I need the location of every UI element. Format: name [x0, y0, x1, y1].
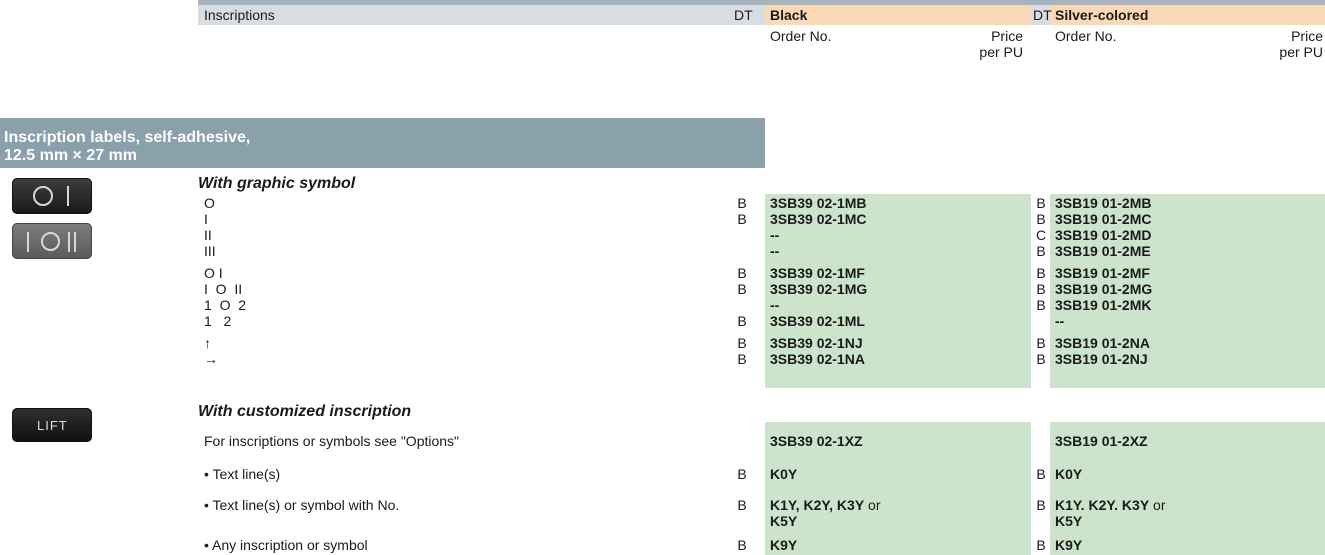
- silver-suffix: or: [1149, 497, 1166, 513]
- silver-order-line2: K5Y: [1055, 513, 1083, 529]
- row-label: I: [204, 211, 208, 227]
- silver-order-no: 3SB19 01-2MK: [1055, 297, 1152, 313]
- silver-order-no: 3SB19 01-2XZ: [1055, 433, 1148, 449]
- I-O-II-button-icon: [12, 223, 92, 259]
- subhead-custom: With customized inscription: [198, 403, 412, 420]
- price-header-black: Price: [991, 28, 1023, 44]
- dt-silver: B: [1036, 211, 1046, 227]
- row-label: For inscriptions or symbols see "Options…: [204, 433, 460, 449]
- dt-silver: B: [1036, 195, 1046, 211]
- price-header-silver: Price: [1291, 28, 1323, 44]
- ring-icon: [33, 186, 53, 206]
- black-order-no: --: [770, 297, 780, 313]
- dt-silver: B: [1036, 466, 1046, 482]
- row-label: • Text line(s): [204, 466, 281, 482]
- subhead-graphic: With graphic symbol: [198, 175, 356, 192]
- row-label: • Any inscription or symbol: [204, 537, 368, 553]
- row-label: →: [204, 351, 218, 367]
- dt-silver: B: [1036, 297, 1046, 313]
- black-order-line2: K5Y: [770, 513, 798, 529]
- row-label: III: [204, 243, 216, 259]
- bar-icon: [27, 232, 29, 252]
- bar-icon: [67, 186, 69, 206]
- silver-order-no: 3SB19 01-2NJ: [1055, 351, 1148, 367]
- black-order-no: 3SB39 02-1NJ: [770, 335, 863, 351]
- silver-order-no: 3SB19 01-2MD: [1055, 227, 1152, 243]
- lift-label: LIFT: [37, 418, 68, 433]
- subheader-row: [198, 25, 1325, 63]
- dt-black: B: [737, 466, 747, 482]
- silver-order-no: --: [1055, 313, 1065, 329]
- dt-black: B: [737, 313, 747, 329]
- dt-silver: B: [1036, 281, 1046, 297]
- dt-black: B: [737, 265, 747, 281]
- dt-black: B: [737, 497, 747, 513]
- black-order-no: 3SB39 02-1MG: [770, 281, 868, 297]
- silver-order-no: 3SB19 01-2MB: [1055, 195, 1152, 211]
- silver-order-no: K9Y: [1055, 537, 1083, 553]
- row-label: O: [204, 195, 215, 211]
- black-order-no: K9Y: [770, 537, 798, 553]
- black-order-main: K1Y, K2Y, K3Y: [770, 497, 865, 513]
- bar-icon: [68, 232, 70, 252]
- silver-order-no: 3SB19 01-2MG: [1055, 281, 1153, 297]
- section-title-line1: Inscription labels, self-adhesive,: [4, 129, 251, 146]
- dt-header-black: DT: [734, 7, 753, 23]
- row-label: 1 2: [204, 313, 232, 329]
- price-per-pu-silver: per PU: [1279, 44, 1323, 60]
- bar-icon: [74, 232, 76, 252]
- O-I-button-icon: [12, 178, 92, 214]
- silver-order-no: 3SB19 01-2NA: [1055, 335, 1150, 351]
- black-order-no: 3SB39 02-1MB: [770, 195, 867, 211]
- row-label: I O II: [204, 281, 243, 297]
- dt-black: B: [737, 537, 747, 553]
- row-label: ↑: [204, 335, 211, 351]
- black-order-no: --: [770, 227, 780, 243]
- black-order-no: K1Y, K2Y, K3Y or: [770, 497, 881, 513]
- dt-silver: B: [1036, 265, 1046, 281]
- LIFT-button-icon: LIFT: [12, 408, 92, 442]
- ring-icon: [41, 232, 60, 251]
- black-order-no: 3SB39 02-1XZ: [770, 433, 863, 449]
- order-no-header-silver: Order No.: [1055, 28, 1117, 44]
- black-order-no: 3SB39 02-1NA: [770, 351, 865, 367]
- black-order-no: K0Y: [770, 466, 798, 482]
- silver-order-no: 3SB19 01-2MF: [1055, 265, 1150, 281]
- order-no-header-black: Order No.: [770, 28, 832, 44]
- row-label: O I: [204, 265, 223, 281]
- black-suffix: or: [864, 497, 881, 513]
- silver-order-no: 3SB19 01-2MC: [1055, 211, 1152, 227]
- dt-black: B: [737, 335, 747, 351]
- row-label: 1 O 2: [204, 297, 247, 313]
- black-order-no: 3SB39 02-1ML: [770, 313, 865, 329]
- dt-black: B: [737, 351, 747, 367]
- black-header: Black: [770, 7, 808, 23]
- dt-silver: B: [1036, 243, 1046, 259]
- dt-silver: B: [1036, 537, 1046, 553]
- section-title-line2: 12.5 mm × 27 mm: [4, 147, 137, 164]
- silver-order-no: 3SB19 01-2ME: [1055, 243, 1151, 259]
- dt-black: B: [737, 211, 747, 227]
- dt-black: B: [737, 195, 747, 211]
- row-label: • Text line(s) or symbol with No.: [204, 497, 400, 513]
- silver-order-no: K1Y. K2Y. K3Y or: [1055, 497, 1166, 513]
- dt-black: B: [737, 281, 747, 297]
- black-order-no: 3SB39 02-1MC: [770, 211, 867, 227]
- dt-silver: B: [1036, 351, 1046, 367]
- inscriptions-header: Inscriptions: [204, 7, 275, 23]
- black-order-no: --: [770, 243, 780, 259]
- price-per-pu-black: per PU: [979, 44, 1023, 60]
- row-label: II: [204, 227, 212, 243]
- silver-order-no: K0Y: [1055, 466, 1083, 482]
- silver-order-main: K1Y. K2Y. K3Y: [1055, 497, 1150, 513]
- dt-silver: C: [1035, 227, 1047, 243]
- silver-header: Silver-colored: [1055, 7, 1149, 23]
- black-order-no: 3SB39 02-1MF: [770, 265, 865, 281]
- dt-silver: B: [1036, 497, 1046, 513]
- dt-silver: B: [1036, 335, 1046, 351]
- dt-header-silver: DT: [1033, 7, 1052, 23]
- section-title-bar: Inscription labels, self-adhesive, 12.5 …: [0, 118, 765, 168]
